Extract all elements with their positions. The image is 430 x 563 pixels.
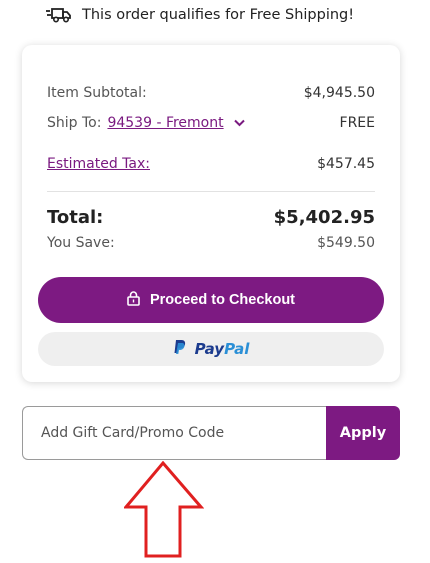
free-shipping-text: This order qualifies for Free Shipping! — [82, 7, 355, 23]
you-save-label: You Save: — [47, 235, 115, 251]
ship-to-location-link[interactable]: 94539 - Fremont — [107, 115, 223, 131]
subtotal-row: Item Subtotal: $4,945.50 — [47, 85, 375, 101]
promo-code-input[interactable] — [22, 406, 326, 460]
paypal-icon — [173, 339, 187, 359]
order-summary-card: Item Subtotal: $4,945.50 Ship To: 94539 … — [22, 45, 400, 382]
ship-to-label: Ship To: — [47, 115, 102, 131]
paypal-wordmark-pay: Pay — [194, 340, 225, 358]
shipping-value: FREE — [339, 115, 375, 131]
checkout-label: Proceed to Checkout — [149, 292, 296, 308]
apply-button[interactable]: Apply — [326, 406, 400, 460]
total-value: $5,402.95 — [273, 207, 375, 228]
subtotal-value: $4,945.50 — [303, 85, 375, 101]
paypal-wordmark: PayPal — [195, 340, 250, 358]
subtotal-label: Item Subtotal: — [47, 85, 147, 101]
ship-to-group: Ship To: 94539 - Fremont — [47, 115, 245, 131]
promo-code-form: Apply — [22, 406, 400, 460]
ship-to-row: Ship To: 94539 - Fremont FREE — [47, 115, 375, 131]
total-label: Total: — [47, 207, 104, 228]
free-shipping-banner: This order qualifies for Free Shipping! — [46, 4, 354, 26]
you-save-row: You Save: $549.50 — [47, 235, 375, 251]
total-row: Total: $5,402.95 — [47, 207, 375, 228]
tax-row: Estimated Tax: $457.45 — [47, 156, 375, 172]
chevron-down-icon[interactable] — [233, 115, 245, 131]
estimated-tax-link[interactable]: Estimated Tax: — [47, 156, 150, 172]
lock-icon — [127, 290, 140, 310]
paypal-wordmark-pal: Pal — [224, 340, 250, 358]
truck-icon — [46, 7, 72, 23]
tax-value: $457.45 — [317, 156, 375, 172]
proceed-to-checkout-button[interactable]: Proceed to Checkout — [38, 277, 384, 323]
paypal-button[interactable]: PayPal — [38, 332, 384, 366]
summary-divider — [47, 191, 375, 192]
annotation-arrow-icon — [122, 460, 205, 563]
you-save-value: $549.50 — [317, 235, 375, 251]
